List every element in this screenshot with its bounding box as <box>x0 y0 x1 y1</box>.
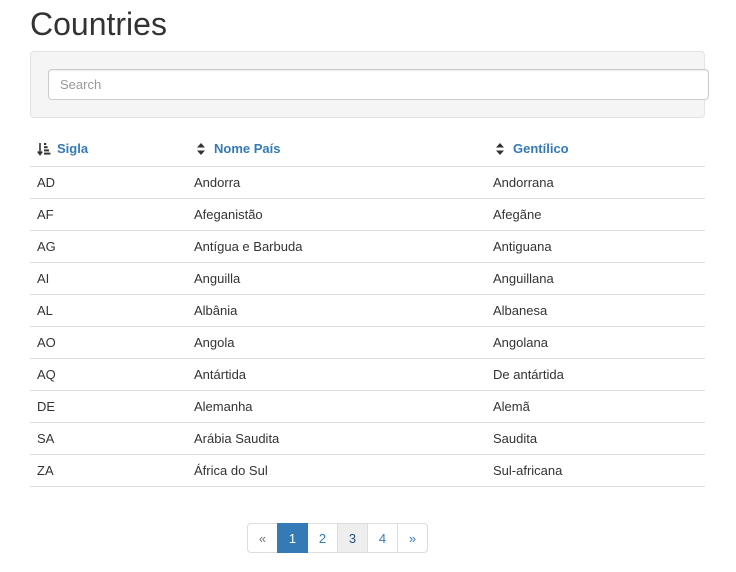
cell-gentilico: Sul-africana <box>486 454 705 487</box>
cell-sigla: AG <box>30 230 187 263</box>
page-title: Countries <box>30 6 167 42</box>
cell-sigla: SA <box>30 422 187 455</box>
sort-by-nome-pais-link[interactable]: Nome País <box>194 141 280 156</box>
search-panel <box>30 51 709 118</box>
cell-sigla: AQ <box>30 358 187 391</box>
table-row: AG Antígua e Barbuda Antiguana <box>30 230 705 263</box>
table-row: ZA África do Sul Sul-africana <box>30 454 705 487</box>
column-label-nome-pais: Nome País <box>214 141 281 157</box>
cell-gentilico: Anguillana <box>486 262 705 295</box>
cell-nome-pais: Antártida <box>187 358 486 391</box>
cell-gentilico: Afegãne <box>486 198 705 231</box>
column-header-sigla[interactable]: Sigla <box>30 134 187 167</box>
table-row: AO Angola Angolana <box>30 326 705 359</box>
table-row: AL Albânia Albanesa <box>30 294 705 327</box>
table-header-row: Sigla Nome País Gentílico <box>30 134 705 167</box>
cell-nome-pais: Afeganistão <box>187 198 486 231</box>
cell-nome-pais: Alemanha <box>187 390 486 423</box>
sort-by-sigla-link[interactable]: Sigla <box>37 141 88 156</box>
column-header-gentilico[interactable]: Gentílico <box>486 134 705 167</box>
cell-nome-pais: Arábia Saudita <box>187 422 486 455</box>
column-label-gentilico: Gentílico <box>513 141 569 157</box>
table-row: SA Arábia Saudita Saudita <box>30 422 705 455</box>
cell-gentilico: Angolana <box>486 326 705 359</box>
table-row: AI Anguilla Anguillana <box>30 262 705 295</box>
table-row: AQ Antártida De antártida <box>30 358 705 391</box>
pagination-page-1[interactable]: 1 <box>277 523 308 553</box>
sort-alpha-asc-icon <box>37 142 51 156</box>
pagination-page-2[interactable]: 2 <box>307 523 338 553</box>
table-row: AD Andorra Andorrana <box>30 166 705 199</box>
pagination-page-4[interactable]: 4 <box>367 523 398 553</box>
column-header-nome-pais[interactable]: Nome País <box>187 134 486 167</box>
countries-table: Sigla Nome País Gentílico AD Andorra And… <box>30 134 705 487</box>
cell-sigla: AO <box>30 326 187 359</box>
cell-sigla: AL <box>30 294 187 327</box>
cell-sigla: AD <box>30 166 187 199</box>
cell-nome-pais: Albânia <box>187 294 486 327</box>
pagination-next-button[interactable]: » <box>397 523 428 553</box>
table-row: DE Alemanha Alemã <box>30 390 705 423</box>
cell-gentilico: Saudita <box>486 422 705 455</box>
cell-sigla: ZA <box>30 454 187 487</box>
cell-gentilico: Andorrana <box>486 166 705 199</box>
sort-icon <box>197 142 205 155</box>
cell-gentilico: Antiguana <box>486 230 705 263</box>
cell-sigla: AI <box>30 262 187 295</box>
sort-icon <box>496 142 504 155</box>
cell-nome-pais: África do Sul <box>187 454 486 487</box>
pagination: « 1 2 3 4 » <box>247 523 428 553</box>
cell-sigla: DE <box>30 390 187 423</box>
cell-gentilico: Alemã <box>486 390 705 423</box>
cell-gentilico: De antártida <box>486 358 705 391</box>
table-row: AF Afeganistão Afegãne <box>30 198 705 231</box>
column-label-sigla: Sigla <box>57 141 89 157</box>
cell-nome-pais: Anguilla <box>187 262 486 295</box>
cell-nome-pais: Andorra <box>187 166 486 199</box>
pagination-page-3[interactable]: 3 <box>337 523 368 553</box>
cell-nome-pais: Antígua e Barbuda <box>187 230 486 263</box>
pagination-previous-button[interactable]: « <box>247 523 278 553</box>
cell-sigla: AF <box>30 198 187 231</box>
sort-by-gentilico-link[interactable]: Gentílico <box>493 141 569 156</box>
cell-gentilico: Albanesa <box>486 294 705 327</box>
cell-nome-pais: Angola <box>187 326 486 359</box>
search-input[interactable] <box>48 69 709 100</box>
